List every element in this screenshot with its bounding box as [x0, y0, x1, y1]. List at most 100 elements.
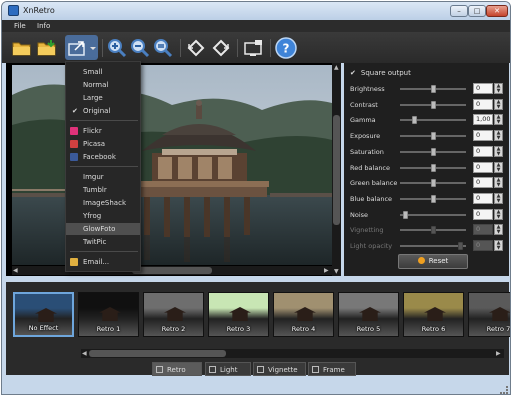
maximize-button[interactable]: □	[468, 5, 486, 17]
tab-light[interactable]: Light	[205, 362, 251, 376]
minimize-button[interactable]: –	[450, 5, 468, 17]
menu-item-imageshack[interactable]: ImageShack	[66, 197, 140, 209]
brightness-slider[interactable]	[400, 85, 466, 93]
saturation-slider[interactable]	[400, 147, 466, 156]
effect-thumb-no-effect[interactable]: No Effect	[13, 292, 74, 337]
effect-label: Retro 6	[421, 325, 446, 333]
contrast-spinner[interactable]: ▲ ▼	[494, 98, 503, 110]
scroll-left-icon[interactable]: ◀	[13, 267, 18, 274]
gamma-slider[interactable]	[400, 116, 466, 125]
rotate-left-button[interactable]	[185, 35, 207, 60]
effect-thumb-retro-3[interactable]: Retro 3	[208, 292, 269, 337]
slider-handle[interactable]	[430, 194, 436, 203]
zoom-in-icon	[108, 38, 127, 57]
slider-handle[interactable]	[430, 85, 436, 93]
blue-balance-slider[interactable]	[400, 194, 466, 203]
effect-thumb-retro-2[interactable]: Retro 2	[143, 292, 204, 337]
menu-item-picasa[interactable]: Picasa	[66, 138, 140, 150]
save-button[interactable]	[36, 35, 60, 60]
image-viewer[interactable]: ▲ ▼ ◀ ▶	[6, 63, 341, 276]
red-balance-slider[interactable]	[400, 163, 466, 172]
effect-thumb-retro-4[interactable]: Retro 4	[273, 292, 334, 337]
menu-item-email[interactable]: Email...	[66, 256, 140, 268]
noise-slider[interactable]	[400, 210, 466, 219]
open-folder-button[interactable]	[11, 35, 33, 60]
slider-handle[interactable]	[430, 163, 436, 172]
viewer-vertical-scrollbar[interactable]: ▲ ▼	[332, 63, 341, 276]
noise-spinner[interactable]: ▲ ▼	[494, 208, 503, 220]
exposure-value-field[interactable]: 0	[473, 130, 493, 142]
effect-thumb-retro-6[interactable]: Retro 6	[403, 292, 464, 337]
close-button[interactable]: ✕	[486, 5, 508, 17]
slider-handle[interactable]	[430, 132, 436, 141]
square-output-checkbox[interactable]: ✔ Square output	[350, 69, 411, 77]
saturation-spinner[interactable]: ▲ ▼	[494, 145, 503, 157]
menu-item-label: Picasa	[83, 140, 106, 148]
brightness-value-field[interactable]: 0	[473, 83, 493, 94]
green-balance-value-field[interactable]: 0	[473, 177, 493, 189]
menu-item-size-normal[interactable]: Normal	[66, 79, 140, 91]
rotate-right-button[interactable]	[210, 35, 232, 60]
menu-item-glowfoto[interactable]: GlowFoto	[66, 223, 140, 235]
effects-scrollbar[interactable]: ◀ ▶	[81, 349, 504, 358]
zoom-fit-button[interactable]	[152, 35, 174, 60]
slider-handle[interactable]	[430, 179, 436, 188]
menu-item-tumblr[interactable]: Tumblr	[66, 184, 140, 196]
menu-item-twitpic[interactable]: TwitPic	[66, 236, 140, 248]
menu-item-size-small[interactable]: Small	[66, 66, 140, 78]
blue-balance-spinner[interactable]: ▲ ▼	[494, 192, 503, 204]
menu-item-yfrog[interactable]: Yfrog	[66, 210, 140, 222]
menu-item-imgur[interactable]: Imgur	[66, 171, 140, 183]
scroll-thumb[interactable]	[89, 350, 226, 357]
menu-item-size-large[interactable]: Large	[66, 92, 140, 104]
saturation-value-field[interactable]: 0	[473, 145, 493, 157]
slider-handle[interactable]	[412, 116, 418, 125]
tab-retro[interactable]: Retro	[152, 362, 202, 376]
menu-info[interactable]: Info	[37, 22, 50, 30]
red-balance-spinner[interactable]: ▲ ▼	[494, 161, 503, 173]
zoom-out-button[interactable]	[129, 35, 151, 60]
slider-handle[interactable]	[403, 210, 409, 219]
blue-balance-value-field[interactable]: 0	[473, 192, 493, 204]
menu-item-facebook[interactable]: Facebook	[66, 151, 140, 163]
slider-handle[interactable]	[430, 147, 436, 156]
menu-item-size-original[interactable]: ✔ Original	[66, 105, 140, 117]
scroll-left-icon[interactable]: ◀	[82, 350, 87, 357]
effect-label: Retro 5	[356, 325, 381, 333]
exposure-slider[interactable]	[400, 132, 466, 141]
tab-vignette[interactable]: Vignette	[253, 362, 306, 376]
scroll-thumb[interactable]	[132, 267, 212, 274]
effect-thumb-retro-1[interactable]: Retro 1	[78, 292, 139, 337]
brightness-spinner[interactable]: ▲ ▼	[494, 83, 503, 94]
resize-grip-icon[interactable]	[500, 386, 508, 394]
contrast-slider[interactable]	[400, 100, 466, 109]
zoom-fit-icon	[154, 38, 173, 57]
red-balance-value-field[interactable]: 0	[473, 161, 493, 173]
help-button[interactable]: ?	[274, 35, 298, 60]
green-balance-slider[interactable]	[400, 179, 466, 188]
green-balance-spinner[interactable]: ▲ ▼	[494, 177, 503, 189]
menu-separator	[70, 251, 138, 252]
menu-item-flickr[interactable]: Flickr	[66, 125, 140, 137]
gamma-value-field[interactable]: 1,00	[473, 114, 493, 126]
contrast-value-field[interactable]: 0	[473, 98, 493, 110]
exposure-spinner[interactable]: ▲ ▼	[494, 130, 503, 142]
gamma-spinner[interactable]: ▲ ▼	[494, 114, 503, 126]
slider-handle[interactable]	[430, 100, 436, 109]
menu-file[interactable]: File	[14, 22, 26, 30]
scroll-up-icon[interactable]: ▲	[334, 64, 339, 71]
tab-frame[interactable]: Frame	[308, 362, 356, 376]
viewer-horizontal-scrollbar[interactable]: ◀ ▶	[12, 266, 332, 275]
scroll-right-icon[interactable]: ▶	[496, 350, 501, 357]
scroll-right-icon[interactable]: ▶	[324, 267, 329, 274]
zoom-in-button[interactable]	[106, 35, 128, 60]
scroll-down-icon[interactable]: ▼	[334, 268, 339, 275]
menu-item-label: Original	[83, 107, 111, 115]
noise-value-field[interactable]: 0	[473, 208, 493, 220]
scroll-thumb[interactable]	[333, 115, 340, 225]
effect-thumb-retro-5[interactable]: Retro 5	[338, 292, 399, 337]
effect-thumb-retro-7[interactable]: Retro 7	[468, 292, 510, 337]
wallpaper-button[interactable]	[242, 35, 266, 60]
share-button[interactable]	[65, 35, 98, 60]
reset-button[interactable]: Reset	[398, 254, 468, 269]
